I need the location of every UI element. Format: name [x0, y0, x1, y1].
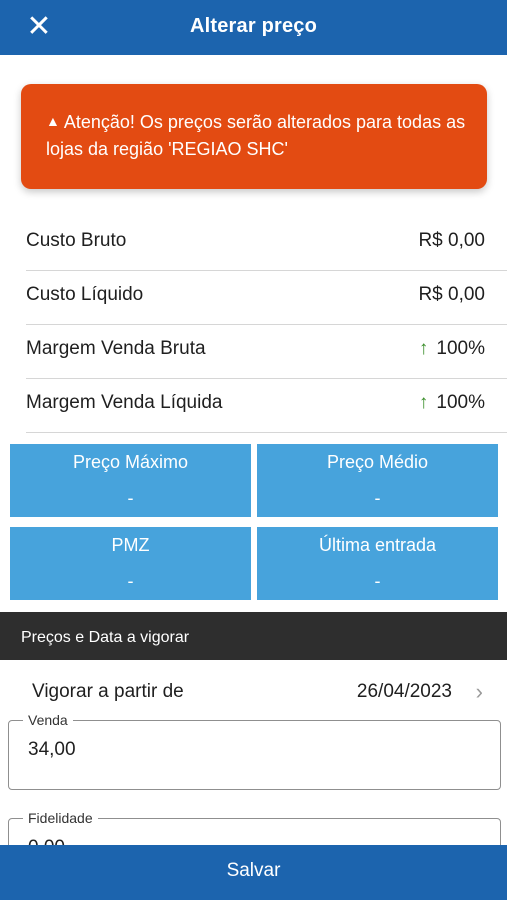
tile-ultima-entrada: Última entrada -	[257, 527, 498, 600]
info-row-margem-liquida: Margem Venda Líquida ↑ 100%	[26, 379, 507, 433]
info-row-value-group: ↑ 100%	[419, 338, 485, 360]
tile-pmz: PMZ -	[10, 527, 251, 600]
tile-label: Preço Máximo	[72, 452, 189, 472]
alert-text: Atenção! Os preços serão alterados para …	[46, 112, 466, 159]
save-button[interactable]: Salvar	[0, 845, 507, 900]
info-row-value: 100%	[436, 338, 485, 359]
tile-value: -	[127, 571, 134, 591]
info-row-value: R$ 0,00	[418, 284, 485, 305]
tile-preco-medio: Preço Médio -	[257, 444, 498, 517]
date-row-value: 26/04/2023	[356, 681, 452, 702]
chevron-right-icon: ›	[475, 679, 483, 704]
tile-preco-maximo: Preço Máximo -	[10, 444, 251, 517]
info-row-value: 100%	[436, 392, 485, 413]
info-row-value: R$ 0,00	[418, 230, 485, 251]
tile-value: -	[127, 488, 134, 508]
info-row-label: Custo Bruto	[26, 230, 127, 251]
page-title: Alterar preço	[189, 15, 318, 37]
date-row-label: Vigorar a partir de	[32, 681, 184, 702]
section-header: Preços e Data a vigorar	[0, 612, 507, 660]
info-row-margem-bruta: Margem Venda Bruta ↑ 100%	[26, 325, 507, 379]
venda-input[interactable]	[28, 739, 468, 761]
info-row-label: Custo Líquido	[26, 284, 144, 305]
venda-field: Venda	[8, 712, 501, 790]
app-header: ✕ Alterar preço	[0, 0, 507, 55]
tile-value: -	[374, 571, 381, 591]
info-row-label: Margem Venda Líquida	[26, 392, 223, 413]
info-row-label: Margem Venda Bruta	[26, 338, 206, 359]
tile-label: PMZ	[111, 535, 150, 555]
arrow-up-icon: ↑	[418, 392, 429, 413]
arrow-up-icon: ↑	[418, 338, 429, 359]
tile-value: -	[374, 488, 381, 508]
date-picker-row[interactable]: Vigorar a partir de 26/04/2023 ›	[0, 660, 507, 720]
tile-label: Última entrada	[318, 535, 437, 555]
info-row-custo-liquido: Custo Líquido R$ 0,00	[26, 271, 507, 325]
warning-alert: ▲ Atenção! Os preços serão alterados para…	[21, 84, 487, 189]
venda-field-label: Venda	[23, 712, 73, 728]
info-row-custo-bruto: Custo Bruto R$ 0,00	[26, 217, 507, 271]
tile-label: Preço Médio	[326, 452, 429, 472]
warning-icon: ▲	[46, 113, 60, 129]
info-row-value-group: ↑ 100%	[419, 392, 485, 414]
fidelidade-field-label: Fidelidade	[23, 810, 98, 826]
